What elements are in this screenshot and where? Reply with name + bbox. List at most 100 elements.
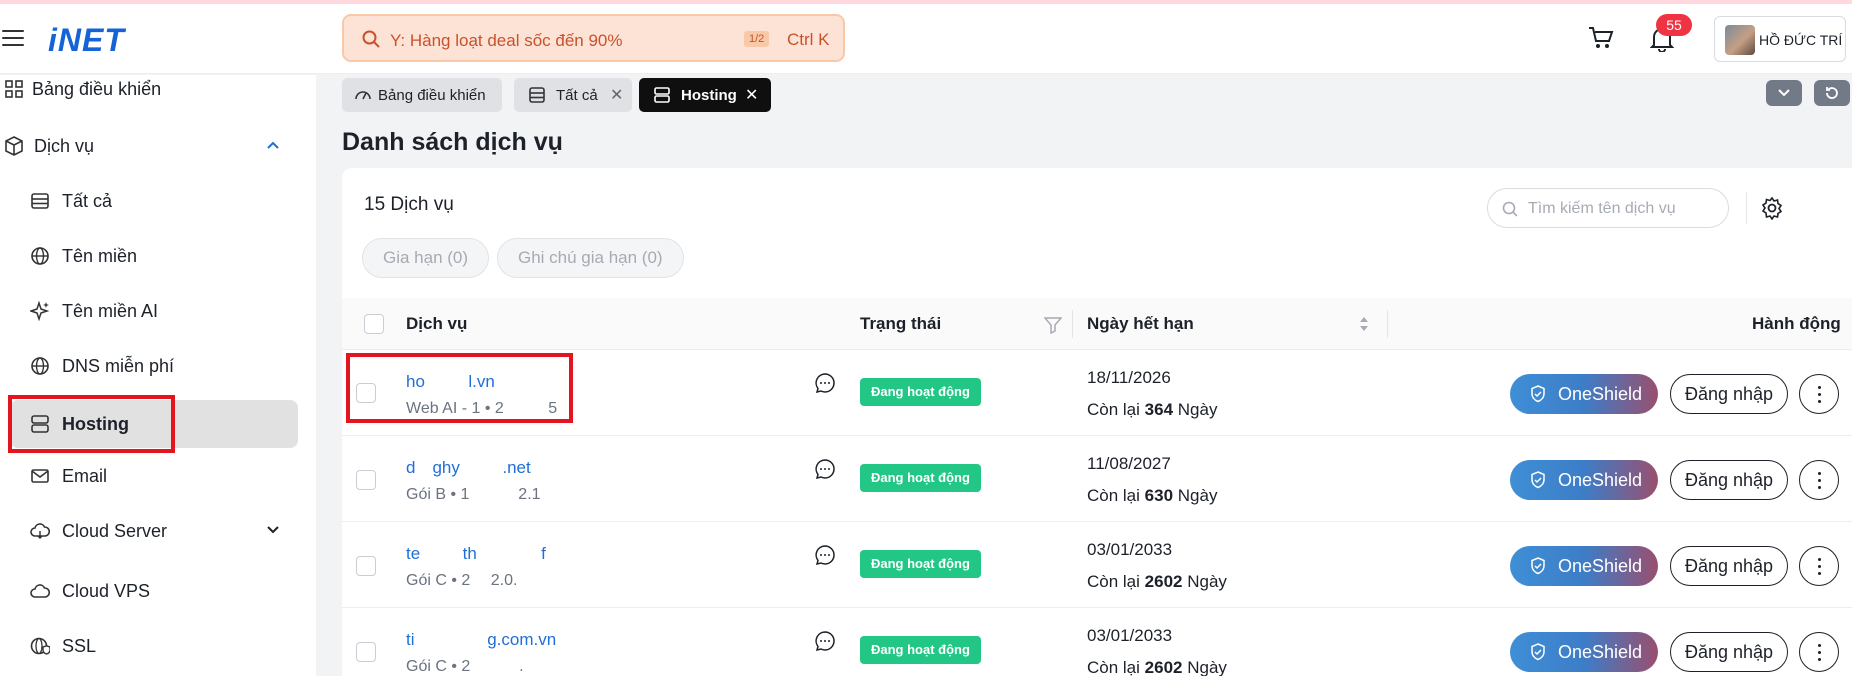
divider <box>1072 310 1073 338</box>
search-shortcut: Ctrl K <box>787 30 830 49</box>
cloud-icon <box>30 584 50 598</box>
tab-label: Tất cả <box>556 87 598 104</box>
sidebar-item-label: SSL <box>62 636 97 656</box>
mail-icon <box>31 469 49 483</box>
service-plan: Gói B • 1 2.1 <box>406 486 541 503</box>
sidebar-item-label: Bảng điều khiển <box>32 79 162 99</box>
brand-logo[interactable]: iNET <box>48 22 125 59</box>
server-icon <box>654 87 670 103</box>
search-icon <box>1502 201 1518 217</box>
divider <box>1746 192 1747 224</box>
service-count: 15 Dịch vụ <box>364 194 454 215</box>
status-badge: Đang hoạt động <box>860 464 981 492</box>
service-plan: Gói C • 2 . <box>406 658 540 675</box>
sidebar-item-email[interactable]: Email <box>0 452 300 500</box>
refresh-icon <box>1826 87 1838 99</box>
list-icon <box>529 87 545 103</box>
row-checkbox[interactable] <box>356 470 376 490</box>
table-row: te th f Gói C • 2 2.0. Đang hoạt động 03… <box>342 522 1852 608</box>
sidebar-item-cloud-server[interactable]: Cloud Server <box>0 507 300 555</box>
days-remaining: Còn lại 2602 Ngày <box>1087 658 1227 676</box>
days-remaining: Còn lại 630 Ngày <box>1087 486 1218 505</box>
chat-icon[interactable] <box>814 630 836 652</box>
sidebar: Bảng điều khiển Dịch vụ Tất cả Tên miền … <box>0 75 316 676</box>
filter-icon[interactable] <box>1044 316 1062 334</box>
sidebar-item-domain-ai[interactable]: Tên miền AI <box>0 287 300 335</box>
service-plan: Gói C • 2 2.0. <box>406 572 526 589</box>
sidebar-item-free-dns[interactable]: DNS miễn phí <box>0 342 300 390</box>
tab-hosting[interactable]: Hosting ✕ <box>639 78 771 112</box>
sidebar-item-label: Tên miền AI <box>62 301 159 321</box>
login-button[interactable]: Đăng nhập <box>1670 460 1788 500</box>
more-actions-button[interactable] <box>1799 374 1839 414</box>
promo-search-bar[interactable]: Y: Hàng loạt deal sốc đến 90% 1/2 Ctrl K <box>342 14 845 62</box>
more-actions-button[interactable] <box>1799 632 1839 672</box>
sidebar-item-label: Tên miền <box>62 246 138 266</box>
row-checkbox[interactable] <box>356 556 376 576</box>
menu-icon[interactable] <box>2 30 24 48</box>
login-button[interactable]: Đăng nhập <box>1670 546 1788 586</box>
days-remaining: Còn lại 364 Ngày <box>1087 400 1218 419</box>
close-icon[interactable]: ✕ <box>610 85 623 105</box>
login-button[interactable]: Đăng nhập <box>1670 632 1788 672</box>
cart-icon[interactable] <box>1588 26 1614 50</box>
chevron-down-icon <box>1778 89 1790 97</box>
oneshield-label: OneShield <box>1558 556 1643 576</box>
service-name-link[interactable]: te th f <box>406 544 546 564</box>
sidebar-item-dashboard[interactable]: Bảng điều khiển <box>0 65 300 113</box>
login-button[interactable]: Đăng nhập <box>1670 374 1788 414</box>
refresh-tabs-button[interactable] <box>1814 80 1850 106</box>
divider <box>1387 310 1388 338</box>
tab-all[interactable]: Tất cả ✕ <box>514 78 632 112</box>
service-search-input[interactable]: Tìm kiếm tên dịch vụ <box>1487 188 1729 228</box>
dashboard-icon <box>5 80 23 98</box>
highlight-box-service <box>346 353 573 423</box>
oneshield-button[interactable]: OneShield <box>1510 632 1658 672</box>
page-title: Danh sách dịch vụ <box>342 128 563 156</box>
row-checkbox[interactable] <box>356 642 376 662</box>
service-list-card: 15 Dịch vụ Tìm kiếm tên dịch vụ Gia hạn … <box>342 168 1852 676</box>
oneshield-button[interactable]: OneShield <box>1510 374 1658 414</box>
expiry-date: 03/01/2033 <box>1087 540 1173 559</box>
chat-icon[interactable] <box>814 458 836 480</box>
service-name-link[interactable]: ti g.com.vn <box>406 630 556 650</box>
select-all-checkbox[interactable] <box>364 314 384 334</box>
sidebar-item-ssl[interactable]: SSL <box>0 622 300 670</box>
sort-icon[interactable] <box>1358 314 1370 334</box>
service-name-link[interactable]: d ghy .net <box>406 458 531 478</box>
tabs-dropdown-button[interactable] <box>1766 80 1802 106</box>
globe-icon <box>31 247 49 265</box>
user-menu-button[interactable]: HỒ ĐỨC TRÍ <box>1714 16 1846 62</box>
filter-renew-note-button[interactable]: Ghi chú gia hạn (0) <box>497 238 684 278</box>
shield-globe-icon <box>30 637 50 655</box>
chat-icon[interactable] <box>814 372 836 394</box>
sidebar-item-cloud-vps[interactable]: Cloud VPS <box>0 567 300 615</box>
filter-renew-button[interactable]: Gia hạn (0) <box>362 238 490 278</box>
gauge-icon <box>355 91 371 100</box>
search-icon <box>362 30 380 48</box>
sidebar-item-services[interactable]: Dịch vụ <box>0 122 300 170</box>
tab-dashboard[interactable]: Bảng điều khiển <box>342 78 502 112</box>
list-icon <box>31 193 49 209</box>
expiry-date: 18/11/2026 <box>1087 368 1171 387</box>
chat-icon[interactable] <box>814 544 836 566</box>
shield-icon <box>1531 471 1545 489</box>
chevron-down-icon <box>267 526 279 534</box>
sidebar-item-domain[interactable]: Tên miền <box>0 232 300 280</box>
table-row: d ghy .net Gói B • 1 2.1 Đang hoạt động … <box>342 436 1852 522</box>
status-badge: Đang hoạt động <box>860 636 981 664</box>
search-page-badge: 1/2 <box>744 31 770 47</box>
sidebar-item-all[interactable]: Tất cả <box>0 177 300 225</box>
more-actions-button[interactable] <box>1799 460 1839 500</box>
more-actions-button[interactable] <box>1799 546 1839 586</box>
tab-label: Hosting <box>681 87 737 104</box>
oneshield-label: OneShield <box>1558 642 1643 662</box>
avatar <box>1725 25 1755 55</box>
gear-icon[interactable] <box>1760 196 1784 220</box>
shield-icon <box>1531 643 1545 661</box>
oneshield-button[interactable]: OneShield <box>1510 460 1658 500</box>
user-name: HỒ ĐỨC TRÍ <box>1759 32 1843 48</box>
oneshield-button[interactable]: OneShield <box>1510 546 1658 586</box>
close-icon[interactable]: ✕ <box>745 85 758 105</box>
expiry-date: 11/08/2027 <box>1087 454 1171 473</box>
